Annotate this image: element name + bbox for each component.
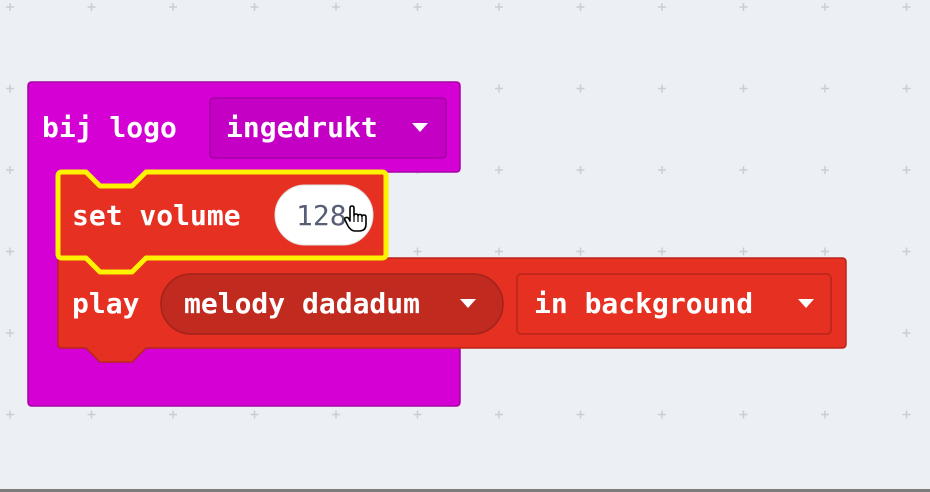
event-dropdown-value: ingedrukt: [226, 111, 378, 144]
play-label: play: [72, 287, 140, 320]
chevron-down-icon: [798, 299, 814, 308]
chevron-down-icon: [412, 123, 428, 132]
set-volume-label: set volume: [72, 199, 241, 232]
event-label: bij logo: [42, 111, 177, 144]
volume-value: 128: [296, 199, 347, 232]
hand-pointer-icon: [343, 205, 367, 232]
blocks-workspace[interactable]: bij logo ingedrukt set volume 128 play m…: [0, 0, 930, 492]
melody-dropdown-value: melody dadadum: [184, 287, 421, 320]
playback-mode-value: in background: [534, 287, 754, 320]
chevron-down-icon: [460, 299, 476, 308]
